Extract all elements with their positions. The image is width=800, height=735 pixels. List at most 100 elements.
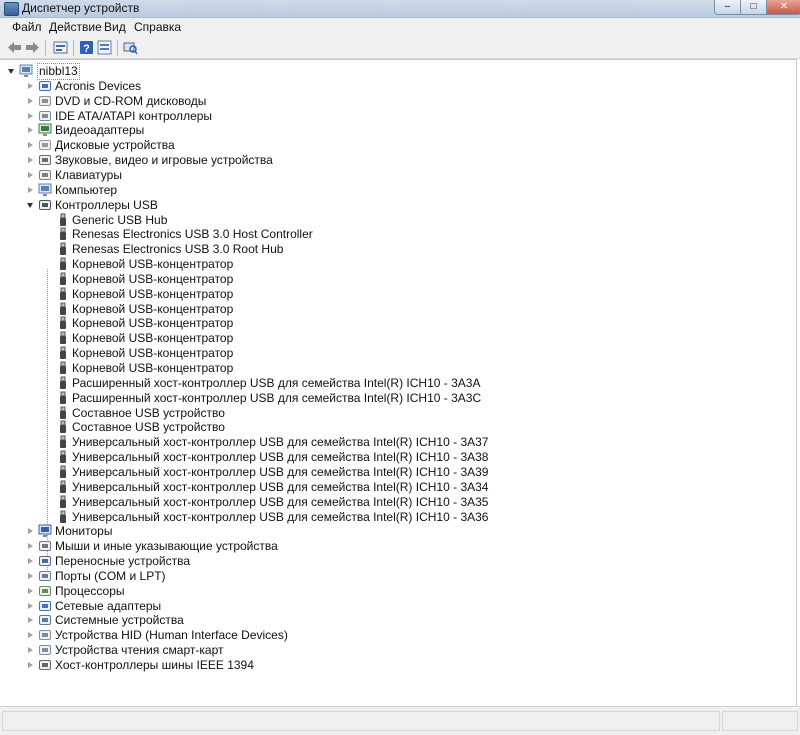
minimize-button[interactable]: – xyxy=(714,0,741,15)
help-icon[interactable]: ? xyxy=(79,40,94,55)
usb-device-label: Корневой USB-концентратор xyxy=(72,271,234,286)
menu-file[interactable]: Файл xyxy=(12,20,42,34)
usb-device-label: Составное USB устройство xyxy=(72,420,225,435)
expand-arrow-icon[interactable] xyxy=(28,632,33,639)
usb-plug-icon xyxy=(56,287,70,301)
collapse-arrow-icon[interactable] xyxy=(27,202,33,208)
forward-arrow-icon[interactable] xyxy=(25,40,40,55)
toolbar-separator xyxy=(73,40,74,56)
usb-device-label: Корневой USB-концентратор xyxy=(72,316,234,331)
tree-category-label: Звуковые, видео и игровые устройства xyxy=(55,153,273,168)
usb-device-label: Корневой USB-концентратор xyxy=(72,257,234,272)
hid-icon xyxy=(38,628,52,642)
mouse-icon xyxy=(38,539,52,553)
usb-plug-icon xyxy=(56,302,70,316)
menu-view[interactable]: Вид xyxy=(104,20,126,34)
tree-category-label: DVD и CD-ROM дисководы xyxy=(55,93,207,108)
usb-plug-icon xyxy=(56,391,70,405)
device-list-icon[interactable] xyxy=(53,40,68,55)
speaker-icon xyxy=(38,153,52,167)
port-icon xyxy=(38,569,52,583)
expand-arrow-icon[interactable] xyxy=(28,587,33,594)
usb-device-label: Корневой USB-концентратор xyxy=(72,301,234,316)
usb-device-label: Корневой USB-концентратор xyxy=(72,361,234,375)
expand-arrow-icon[interactable] xyxy=(28,558,33,565)
close-button[interactable]: ✕ xyxy=(766,0,800,15)
usb-plug-icon xyxy=(56,495,70,509)
expand-arrow-icon[interactable] xyxy=(28,186,33,193)
expand-arrow-icon[interactable] xyxy=(28,572,33,579)
usb-device-label: Расширенный хост-контроллер USB для семе… xyxy=(72,375,481,390)
background-window-tab xyxy=(290,4,380,12)
expand-arrow-icon[interactable] xyxy=(28,82,33,89)
menu-action[interactable]: Действие xyxy=(49,20,102,34)
device-tree[interactable]: nibbl13 Acronis Devices DVD и CD-ROM диско… xyxy=(0,59,797,707)
system-device-icon xyxy=(38,613,52,627)
ieee1394-icon xyxy=(38,658,52,672)
usb-plug-icon xyxy=(56,227,70,241)
tree-category-label: Компьютер xyxy=(55,182,118,197)
disk-drive-icon xyxy=(38,138,52,152)
svg-text:?: ? xyxy=(83,43,90,55)
expand-arrow-icon[interactable] xyxy=(28,617,33,624)
dvd-icon xyxy=(38,94,52,108)
usb-plug-icon xyxy=(56,510,70,524)
usb-device-label: Универсальный хост-контроллер USB для се… xyxy=(72,509,489,524)
tree-category-label: IDE ATA/ATAPI контроллеры xyxy=(55,108,213,123)
expand-arrow-icon[interactable] xyxy=(28,602,33,609)
expand-arrow-icon[interactable] xyxy=(28,647,33,654)
usb-device-label: Корневой USB-концентратор xyxy=(72,286,234,301)
usb-device-label: Составное USB устройство xyxy=(72,405,225,420)
back-arrow-icon[interactable] xyxy=(7,40,22,55)
status-bar xyxy=(0,706,800,735)
window-title: Диспетчер устройств xyxy=(22,1,140,15)
expand-arrow-icon[interactable] xyxy=(28,171,33,178)
tree-category-label: Процессоры xyxy=(55,583,125,598)
smart-card-reader-icon xyxy=(38,643,52,657)
expand-arrow-icon[interactable] xyxy=(28,528,33,535)
toolbar-separator xyxy=(45,40,46,56)
device-manager-icon xyxy=(4,2,19,16)
usb-device-label: Универсальный хост-контроллер USB для се… xyxy=(72,450,489,465)
tree-category-label: Acronis Devices xyxy=(55,78,142,93)
title-bar: Диспетчер устройств – □ ✕ xyxy=(0,0,800,18)
toolbar-separator xyxy=(117,40,118,56)
maximize-button[interactable]: □ xyxy=(740,0,767,15)
usb-plug-icon xyxy=(56,272,70,286)
usb-device-label: Корневой USB-концентратор xyxy=(72,331,234,346)
menu-help[interactable]: Справка xyxy=(134,20,181,34)
keyboard-icon xyxy=(38,168,52,182)
usb-device-label: Универсальный хост-контроллер USB для се… xyxy=(72,494,489,509)
usb-plug-icon xyxy=(56,242,70,256)
usb-device-label: Универсальный хост-контроллер USB для се… xyxy=(72,464,489,479)
expand-arrow-icon[interactable] xyxy=(28,662,33,668)
expand-arrow-icon[interactable] xyxy=(28,97,33,104)
usb-plug-icon xyxy=(56,376,70,390)
tree-category-label: Контроллеры USB xyxy=(55,197,158,212)
usb-device-label: Универсальный хост-контроллер USB для се… xyxy=(72,479,489,494)
background-window-tab xyxy=(185,4,260,12)
expand-arrow-icon[interactable] xyxy=(28,112,33,119)
tree-root-label: nibbl13 xyxy=(37,63,80,80)
display-adapter-icon xyxy=(38,123,52,137)
tree-category-label: Переносные устройства xyxy=(55,554,191,569)
expand-arrow-icon[interactable] xyxy=(28,142,33,149)
usb-plug-icon xyxy=(56,465,70,479)
properties-icon[interactable] xyxy=(97,40,112,55)
usb-device-label: Универсальный хост-контроллер USB для се… xyxy=(72,435,489,450)
tree-category-label: Устройства HID (Human Interface Devices) xyxy=(55,628,288,643)
usb-plug-icon xyxy=(56,331,70,345)
expand-arrow-icon[interactable] xyxy=(28,543,33,550)
usb-device-label: Корневой USB-концентратор xyxy=(72,346,234,361)
usb-plug-icon xyxy=(56,346,70,360)
expand-arrow-icon[interactable] xyxy=(28,127,33,134)
scan-hardware-icon[interactable] xyxy=(123,40,138,55)
usb-plug-icon xyxy=(56,213,70,227)
expand-arrow-icon[interactable] xyxy=(8,69,14,74)
tree-category-label: Мыши и иные указывающие устройства xyxy=(55,539,278,554)
usb-plug-icon xyxy=(56,316,70,330)
expand-arrow-icon[interactable] xyxy=(28,157,33,164)
usb-icon xyxy=(38,198,52,212)
background-window-tab xyxy=(400,4,505,12)
portable-device-icon xyxy=(38,554,52,568)
